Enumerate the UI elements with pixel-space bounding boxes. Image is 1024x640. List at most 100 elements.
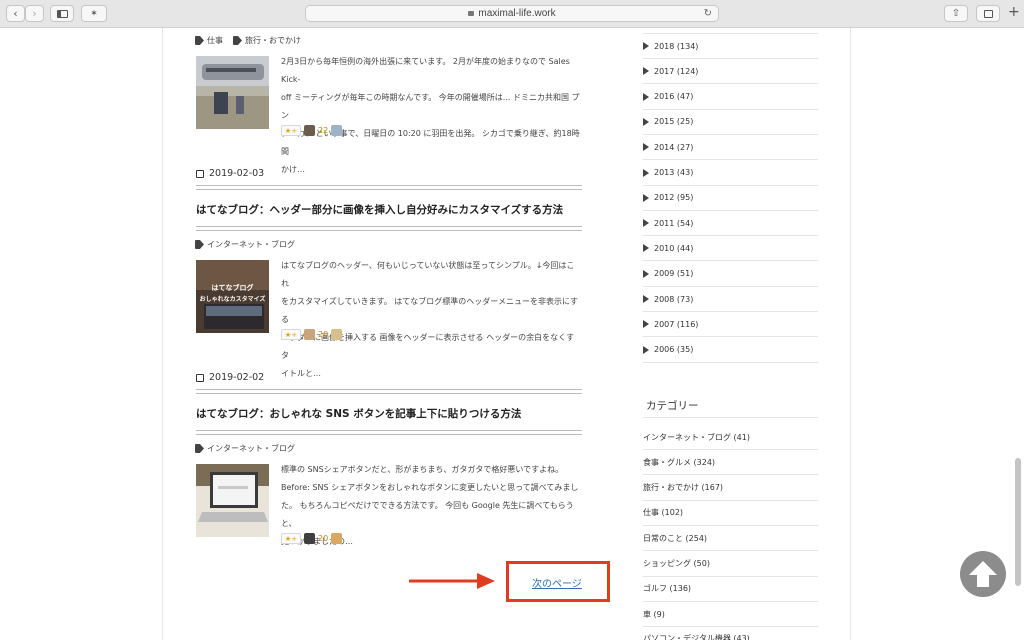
post-1-excerpt: 2月3日から毎年恒例の海外出張に来ています。 2月が年度の始まりなので Sale… xyxy=(281,57,580,174)
next-page-link[interactable]: 次のページ xyxy=(532,575,582,590)
post-2-thumbnail[interactable]: はてなブログ おしゃれなカスタマイズ xyxy=(196,260,269,333)
archive-year-label: 2011 (54) xyxy=(654,218,694,228)
tabs-button[interactable] xyxy=(976,5,1000,22)
category-item[interactable]: 車 (9) xyxy=(643,602,818,628)
archive-year-item[interactable]: 2006 (35) xyxy=(643,338,818,363)
category-label: 車 (9) xyxy=(643,609,665,619)
archive-year-item[interactable]: 2016 (47) xyxy=(643,85,818,110)
triangle-right-icon[interactable] xyxy=(643,269,649,278)
category-item[interactable]: ショッピング (50) xyxy=(643,552,818,577)
post-1-thumbnail[interactable] xyxy=(196,56,269,129)
triangle-right-icon[interactable] xyxy=(643,168,649,177)
category-item[interactable]: 日常のこと (254) xyxy=(643,526,818,552)
post-3-date: 2019-02-02 xyxy=(196,372,264,383)
tag-link[interactable]: インターネット・ブログ xyxy=(195,443,295,454)
archive-year-item[interactable]: 2013 (43) xyxy=(643,161,818,186)
tag-link[interactable]: 仕事 xyxy=(195,35,223,46)
triangle-right-icon[interactable] xyxy=(643,42,649,50)
archive-year-item[interactable]: 2011 (54) xyxy=(643,211,818,237)
category-item[interactable]: 仕事 (102) xyxy=(643,501,818,526)
post-3-tags: インターネット・ブログ xyxy=(195,443,295,454)
archive-year-item[interactable]: 2009 (51) xyxy=(643,262,818,287)
new-tab-button[interactable]: + xyxy=(1008,4,1020,20)
category-item[interactable]: インターネット・ブログ (41) xyxy=(643,425,818,450)
divider xyxy=(196,226,582,231)
post-3-title[interactable]: はてなブログ：おしゃれな SNS ボタンを記事上下に貼りつける方法 xyxy=(196,406,521,421)
archive-year-item[interactable]: 2015 (25) xyxy=(643,110,818,135)
archive-year-item[interactable]: 2012 (95) xyxy=(643,186,818,211)
archive-year-item[interactable]: 2014 (27) xyxy=(643,135,818,161)
browser-toolbar: ‹ › ✶ maximal-life.work ↻ ⇧ + xyxy=(0,0,1024,28)
category-heading: カテゴリー xyxy=(646,400,699,412)
tag-icon xyxy=(195,36,204,45)
share-button[interactable]: ⇧ xyxy=(944,5,968,22)
star-count[interactable]: 20 xyxy=(318,534,328,543)
category-label: インターネット・ブログ (41) xyxy=(643,432,750,442)
post-2-tags: インターネット・ブログ xyxy=(195,239,295,250)
back-button[interactable]: ‹ xyxy=(6,5,25,22)
triangle-right-icon[interactable] xyxy=(643,143,649,152)
archive-year-item[interactable]: 2018 (134) xyxy=(643,34,818,59)
thumb-text: おしゃれなカスタマイズ xyxy=(200,295,266,303)
sidebar-toggle-button[interactable] xyxy=(50,5,74,22)
post-1-tags: 仕事 旅行・おでかけ xyxy=(195,35,301,46)
calendar-icon xyxy=(196,169,204,178)
avatar[interactable] xyxy=(331,533,343,544)
triangle-right-icon[interactable] xyxy=(643,67,649,76)
star-count[interactable]: 22 xyxy=(318,126,328,135)
add-star-button[interactable]: ★+ xyxy=(281,125,301,136)
post-1-stars: ★+ 22 xyxy=(281,125,343,136)
category-item-partial[interactable]: パソコン・デジタル機器 (43) xyxy=(643,632,763,640)
triangle-right-icon[interactable] xyxy=(643,92,649,101)
tag-link[interactable]: 旅行・おでかけ xyxy=(233,35,301,46)
forward-button[interactable]: › xyxy=(25,5,44,22)
category-item[interactable]: 食事・グルメ (324) xyxy=(643,450,818,476)
archive-year-label: 2012 (95) xyxy=(654,193,694,203)
archive-year-label: 2015 (25) xyxy=(654,117,694,127)
divider xyxy=(196,430,582,435)
avatar[interactable] xyxy=(331,329,343,340)
triangle-right-icon[interactable] xyxy=(643,345,649,354)
tag-link[interactable]: インターネット・ブログ xyxy=(195,239,295,250)
favorites-button[interactable]: ✶ xyxy=(81,5,107,22)
post-3-thumbnail[interactable] xyxy=(196,464,269,537)
post-2-title[interactable]: はてなブログ：ヘッダー部分に画像を挿入し自分好みにカスタマイズする方法 xyxy=(196,202,563,217)
reload-icon[interactable]: ↻ xyxy=(704,8,712,19)
page-scrollbar[interactable] xyxy=(1015,458,1021,586)
chevron-right-icon: › xyxy=(32,7,37,20)
archive-year-item[interactable]: 2007 (116) xyxy=(643,312,818,338)
star-count[interactable]: 20 xyxy=(318,330,328,339)
add-star-button[interactable]: ★+ xyxy=(281,329,301,340)
avatar[interactable] xyxy=(304,329,315,340)
triangle-right-icon[interactable] xyxy=(643,320,649,329)
category-item[interactable]: ゴルフ (136) xyxy=(643,577,818,602)
category-item[interactable]: 旅行・おでかけ (167) xyxy=(643,476,818,501)
content-border-left xyxy=(162,28,163,640)
address-bar[interactable]: maximal-life.work ↻ xyxy=(305,5,719,22)
archive-year-label: 2007 (116) xyxy=(654,319,699,329)
share-icon: ⇧ xyxy=(951,8,961,19)
triangle-right-icon[interactable] xyxy=(643,117,649,126)
archive-year-label: 2006 (35) xyxy=(654,345,694,355)
category-heading-line xyxy=(643,417,818,418)
triangle-right-icon[interactable] xyxy=(643,193,649,202)
sidebar-icon xyxy=(56,9,68,18)
triangle-right-icon[interactable] xyxy=(643,219,649,228)
avatar[interactable] xyxy=(331,125,343,136)
category-label: 日常のこと (254) xyxy=(643,533,708,543)
triangle-right-icon[interactable] xyxy=(643,244,649,253)
archive-year-item[interactable]: 2008 (73) xyxy=(643,287,818,312)
content-border-right xyxy=(850,28,851,640)
triangle-right-icon[interactable] xyxy=(643,295,649,303)
avatar[interactable] xyxy=(304,125,315,136)
tag-icon xyxy=(195,444,204,453)
add-star-button[interactable]: ★+ xyxy=(281,533,301,544)
tag-icon xyxy=(233,36,242,45)
archive-year-label: 2010 (44) xyxy=(654,243,694,253)
avatar[interactable] xyxy=(304,533,315,544)
web-page: 仕事 旅行・おでかけ 2月3日から毎年恒例の海外出張に来ています。 2月が年度の… xyxy=(0,28,1024,640)
archive-year-item[interactable]: 2010 (44) xyxy=(643,236,818,262)
archive-year-item[interactable]: 2017 (124) xyxy=(643,59,818,85)
post-3-stars: ★+ 20 xyxy=(281,533,343,544)
back-to-top-button[interactable] xyxy=(960,551,1006,597)
